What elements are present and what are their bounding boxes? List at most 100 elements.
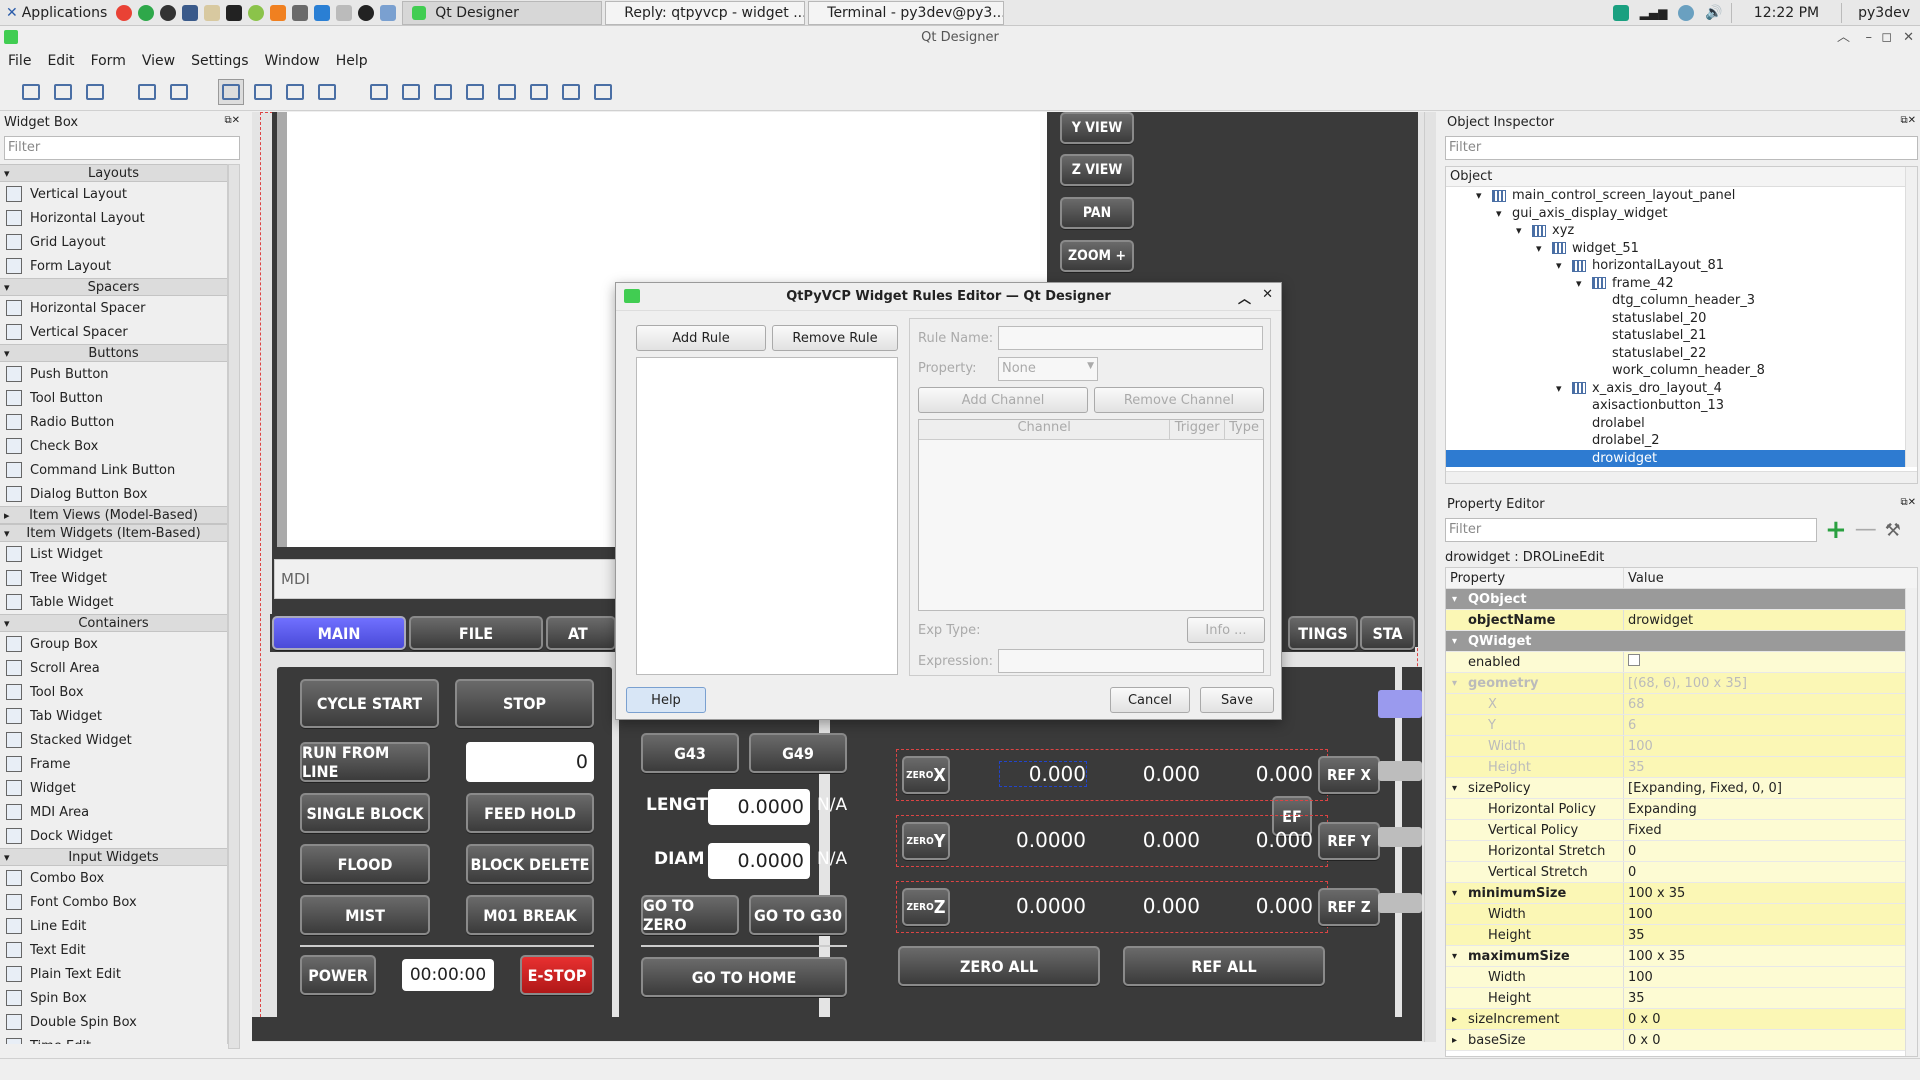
signal-icon[interactable]: ▂▄▆ bbox=[1640, 6, 1668, 20]
expand-icon[interactable]: ▾ bbox=[1452, 636, 1457, 647]
widget-item-horizontal-layout[interactable]: Horizontal Layout bbox=[0, 206, 227, 230]
tree-item-gui-axis-display-widget[interactable]: ▾ gui_axis_display_widget bbox=[1446, 205, 1917, 223]
close-icon[interactable]: ✕ bbox=[1903, 27, 1914, 49]
applications-menu[interactable]: ✕ Applications bbox=[0, 0, 113, 26]
ref-all-button[interactable]: REF ALL bbox=[1123, 946, 1325, 986]
category-item-widgets-item-based-[interactable]: Item Widgets (Item-Based) bbox=[0, 524, 227, 542]
dock-float-close-icon[interactable]: ⧉✕ bbox=[1900, 115, 1916, 131]
mail-icon[interactable] bbox=[182, 4, 199, 21]
chevron-down-icon[interactable]: ▾ bbox=[1556, 259, 1572, 272]
image-app-icon[interactable] bbox=[270, 4, 287, 21]
network-icon[interactable] bbox=[1678, 4, 1695, 21]
remove-channel-button[interactable]: Remove Channel bbox=[1094, 387, 1264, 413]
zero-all-button[interactable]: ZERO ALL bbox=[898, 946, 1100, 986]
widget-item-table-widget[interactable]: Table Widget bbox=[0, 590, 227, 614]
bring-to-front-icon[interactable] bbox=[166, 79, 192, 105]
property-row-minimumsize[interactable]: ▾ minimumSize 100 x 35 bbox=[1446, 883, 1917, 904]
side-button[interactable] bbox=[1378, 761, 1422, 781]
remove-rule-button[interactable]: Remove Rule bbox=[772, 325, 898, 351]
property-row-qwidget[interactable]: ▾ QWidget bbox=[1446, 631, 1917, 652]
minimize-icon[interactable]: ︿ bbox=[1837, 27, 1850, 49]
tree-item-statuslabel-21[interactable]: statuslabel_21 bbox=[1446, 327, 1917, 345]
enabled-checkbox[interactable] bbox=[1628, 654, 1640, 666]
widget-box-scrollbar[interactable] bbox=[228, 164, 240, 1049]
tree-h-scrollbar[interactable] bbox=[1446, 471, 1917, 483]
tree-item-x-axis-dro-layout-4[interactable]: ▾ x_axis_dro_layout_4 bbox=[1446, 380, 1917, 398]
widget-item-plain-text-edit[interactable]: Plain Text Edit bbox=[0, 962, 227, 986]
widget-item-scroll-area[interactable]: Scroll Area bbox=[0, 656, 227, 680]
property-column-header[interactable]: Property bbox=[1446, 568, 1624, 588]
value-column-header[interactable]: Value bbox=[1624, 571, 1664, 586]
browser-icon[interactable] bbox=[160, 4, 177, 21]
tree-item-main-control-screen-layout-panel[interactable]: ▾ main_control_screen_layout_panel bbox=[1446, 187, 1917, 205]
save-icon[interactable] bbox=[82, 79, 108, 105]
property-row-y[interactable]: Y6 bbox=[1446, 715, 1917, 736]
info-button[interactable]: Info ... bbox=[1187, 617, 1265, 643]
canvas-v-scrollbar[interactable] bbox=[1424, 112, 1436, 1042]
widget-item-frame[interactable]: Frame bbox=[0, 752, 227, 776]
expression-input[interactable] bbox=[998, 649, 1264, 673]
tab-file[interactable]: FILE bbox=[409, 616, 543, 650]
ref-y-button[interactable]: REF Y bbox=[1318, 822, 1380, 860]
property-row-vertical-policy[interactable]: Vertical Policy Fixed bbox=[1446, 820, 1917, 841]
menu-file[interactable]: File bbox=[0, 53, 39, 69]
view-button-zoom[interactable]: ZOOM + bbox=[1060, 240, 1134, 272]
tab-main[interactable]: MAIN bbox=[272, 616, 406, 650]
category-spacers[interactable]: Spacers bbox=[0, 278, 227, 296]
block-delete-button[interactable]: BLOCK DELETE bbox=[466, 844, 594, 884]
feed-hold-button[interactable]: FEED HOLD bbox=[466, 793, 594, 833]
widget-item-font-combo-box[interactable]: Font Combo Box bbox=[0, 890, 227, 914]
github-icon[interactable] bbox=[358, 4, 375, 21]
dro-x-v1[interactable]: 0.000 bbox=[999, 761, 1087, 787]
layout-grid-icon[interactable] bbox=[526, 79, 552, 105]
widget-item-vertical-layout[interactable]: Vertical Layout bbox=[0, 182, 227, 206]
property-row-width[interactable]: Width 100 bbox=[1446, 967, 1917, 988]
property-row-sizepolicy[interactable]: ▾ sizePolicy [Expanding, Fixed, 0, 0] bbox=[1446, 778, 1917, 799]
tree-item-statuslabel-22[interactable]: statuslabel_22 bbox=[1446, 345, 1917, 363]
clock[interactable]: 12:22 PM bbox=[1740, 5, 1833, 21]
tab-settings[interactable]: TINGS bbox=[1288, 616, 1358, 650]
widget-item-tab-widget[interactable]: Tab Widget bbox=[0, 704, 227, 728]
layout-form-icon[interactable] bbox=[494, 79, 520, 105]
category-item-views-model-based-[interactable]: Item Views (Model-Based) bbox=[0, 506, 227, 524]
tree-item-drowidget[interactable]: drowidget bbox=[1446, 449, 1917, 467]
add-rule-button[interactable]: Add Rule bbox=[636, 325, 766, 351]
chrome-icon[interactable] bbox=[116, 4, 133, 21]
widget-item-form-layout[interactable]: Form Layout bbox=[0, 254, 227, 278]
side-button[interactable] bbox=[1378, 893, 1422, 913]
cancel-button[interactable]: Cancel bbox=[1110, 687, 1190, 713]
property-row-geometry[interactable]: ▾ geometry [(68, 6), 100 x 35] bbox=[1446, 673, 1917, 694]
save-button[interactable]: Save bbox=[1200, 687, 1274, 713]
property-row-width[interactable]: Width 100 bbox=[1446, 736, 1917, 757]
single-block-button[interactable]: SINGLE BLOCK bbox=[300, 793, 430, 833]
go-to-home-button[interactable]: GO TO HOME bbox=[641, 957, 847, 997]
rules-list[interactable] bbox=[636, 357, 898, 675]
property-select[interactable]: None ▼ bbox=[998, 357, 1098, 381]
m01-break-button[interactable]: M01 BREAK bbox=[466, 895, 594, 935]
expand-icon[interactable]: ▾ bbox=[1452, 951, 1457, 962]
add-property-icon[interactable]: + bbox=[1825, 517, 1847, 543]
property-editor-filter[interactable]: Filter bbox=[1445, 518, 1817, 542]
widget-item-radio-button[interactable]: Radio Button bbox=[0, 410, 227, 434]
maximize-icon[interactable]: ◻ bbox=[1881, 27, 1892, 49]
new-file-icon[interactable] bbox=[18, 79, 44, 105]
g43-button[interactable]: G43 bbox=[641, 733, 739, 773]
tree-item-statuslabel-20[interactable]: statuslabel_20 bbox=[1446, 310, 1917, 328]
zero-x-button[interactable]: ZERO X bbox=[902, 756, 950, 794]
send-to-back-icon[interactable] bbox=[134, 79, 160, 105]
widget-item-tool-button[interactable]: Tool Button bbox=[0, 386, 227, 410]
chevron-down-icon[interactable]: ▾ bbox=[1496, 207, 1512, 220]
power-button[interactable]: POWER bbox=[300, 955, 376, 995]
widget-item-check-box[interactable]: Check Box bbox=[0, 434, 227, 458]
dock-float-close-icon[interactable]: ⧉✕ bbox=[224, 115, 240, 131]
edit-buddies-icon[interactable] bbox=[282, 79, 308, 105]
widget-item-double-spin-box[interactable]: Double Spin Box bbox=[0, 1010, 227, 1034]
widget-item-line-edit[interactable]: Line Edit bbox=[0, 914, 227, 938]
property-row-x[interactable]: X 68 bbox=[1446, 694, 1917, 715]
widget-item-text-edit[interactable]: Text Edit bbox=[0, 938, 227, 962]
dro-y-v1[interactable]: 0.0000 bbox=[1000, 828, 1086, 852]
flood-button[interactable]: FLOOD bbox=[300, 844, 430, 884]
widget-item-widget[interactable]: Widget bbox=[0, 776, 227, 800]
object-inspector-filter[interactable]: Filter bbox=[1445, 136, 1918, 160]
tree-item-drolabel[interactable]: drolabel bbox=[1446, 415, 1917, 433]
